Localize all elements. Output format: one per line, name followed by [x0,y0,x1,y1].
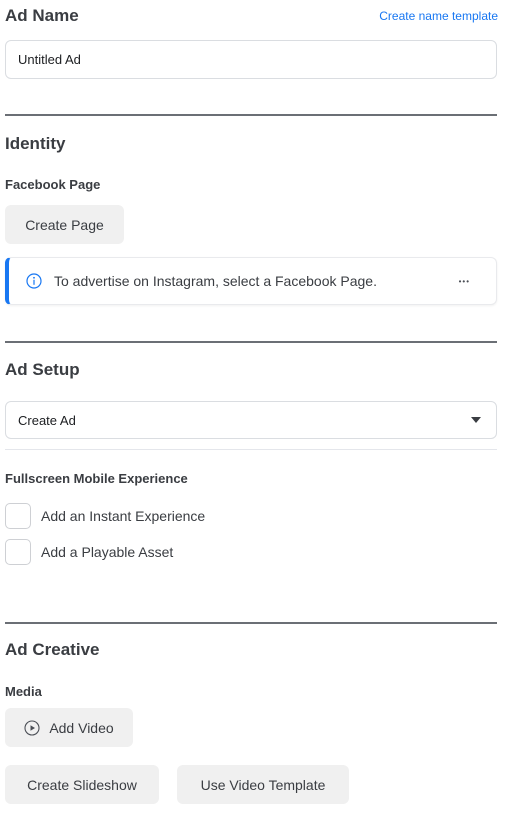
instant-experience-checkbox[interactable] [5,503,31,529]
instagram-info-banner: To advertise on Instagram, select a Face… [5,257,497,305]
facebook-page-label: Facebook Page [5,177,101,192]
more-options-icon[interactable]: ••• [459,277,470,286]
play-circle-icon [24,719,40,736]
section-divider [5,622,497,624]
use-video-template-button[interactable]: Use Video Template [177,765,349,804]
use-video-template-button-label: Use Video Template [200,776,326,793]
ad-setup-dropdown-value: Create Ad [18,412,76,428]
field-divider [5,449,497,450]
create-name-template-link[interactable]: Create name template [379,9,498,23]
instant-experience-label: Add an Instant Experience [41,508,206,524]
playable-asset-checkbox[interactable] [5,539,31,565]
caret-down-icon [471,417,481,423]
playable-asset-label: Add a Playable Asset [41,544,174,560]
add-video-button[interactable]: Add Video [5,708,133,747]
add-video-button-label: Add Video [49,719,114,736]
instant-experience-option[interactable]: Add an Instant Experience [5,503,205,529]
identity-heading: Identity [5,134,66,153]
section-divider [5,114,497,116]
ad-setup-dropdown[interactable]: Create Ad [5,401,497,439]
create-slideshow-button[interactable]: Create Slideshow [5,765,159,804]
ad-creative-heading: Ad Creative [5,640,100,659]
ad-name-heading: Ad Name [5,6,79,25]
media-label: Media [5,684,42,699]
fullscreen-mobile-experience-label: Fullscreen Mobile Experience [5,471,188,486]
section-divider [5,341,497,343]
info-icon [26,273,42,289]
create-slideshow-button-label: Create Slideshow [27,776,137,793]
banner-message: To advertise on Instagram, select a Face… [54,273,377,289]
playable-asset-option[interactable]: Add a Playable Asset [5,539,173,565]
ad-name-input[interactable]: Untitled Ad [5,40,497,79]
ad-name-input-value: Untitled Ad [18,52,81,67]
create-page-button-label: Create Page [25,216,104,233]
create-page-button[interactable]: Create Page [5,205,124,244]
ad-setup-heading: Ad Setup [5,360,80,379]
ad-name-section: Ad Name Create name template Untitled Ad [0,0,506,115]
